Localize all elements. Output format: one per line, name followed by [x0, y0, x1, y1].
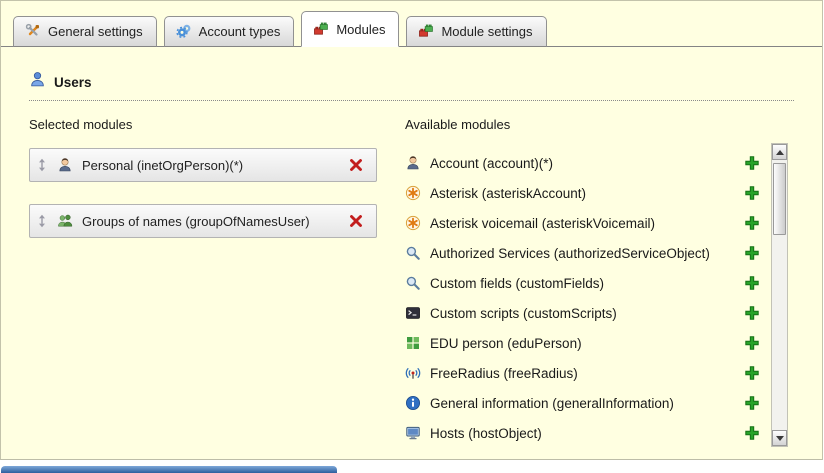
gears-icon — [176, 23, 192, 39]
config-panel: General settings Account types Modules M… — [0, 0, 823, 460]
add-module-button[interactable] — [744, 395, 760, 411]
magnifier-icon — [405, 275, 421, 291]
remove-module-button[interactable] — [348, 213, 364, 229]
asterisk-icon — [405, 185, 421, 201]
group-icon — [57, 213, 73, 229]
available-module-row: FreeRadius (freeRadius) — [405, 358, 760, 388]
grid-icon — [405, 335, 421, 351]
available-module-label: Hosts (hostObject) — [430, 426, 542, 441]
tab-bar: General settings Account types Modules M… — [1, 1, 822, 47]
monitor-icon — [405, 425, 421, 441]
available-module-label: Authorized Services (authorizedServiceOb… — [430, 246, 710, 261]
available-module-row: Custom fields (customFields) — [405, 268, 760, 298]
add-module-button[interactable] — [744, 305, 760, 321]
tab-label: Modules — [336, 22, 385, 37]
selected-module-row[interactable]: Groups of names (groupOfNamesUser) — [29, 204, 377, 238]
selected-modules-column: Selected modules Personal (inetOrgPerson… — [29, 117, 377, 448]
available-module-row: Custom scripts (customScripts) — [405, 298, 760, 328]
section-header-users: Users — [29, 71, 794, 93]
selected-module-label: Groups of names (groupOfNamesUser) — [82, 214, 310, 229]
available-module-label: Custom fields (customFields) — [430, 276, 604, 291]
tab-label: Account types — [199, 24, 281, 39]
asterisk-icon — [405, 215, 421, 231]
add-module-button[interactable] — [744, 155, 760, 171]
available-module-label: FreeRadius (freeRadius) — [430, 366, 578, 381]
available-module-row: General information (generalInformation) — [405, 388, 760, 418]
selected-module-label: Personal (inetOrgPerson)(*) — [82, 158, 243, 173]
available-modules-heading: Available modules — [405, 117, 760, 132]
scroll-down-button[interactable] — [772, 430, 787, 446]
available-module-label: EDU person (eduPerson) — [430, 336, 582, 351]
available-module-row: Asterisk voicemail (asteriskVoicemail) — [405, 208, 760, 238]
add-module-button[interactable] — [744, 185, 760, 201]
available-modules-column: Available modules Account (account)(*) A… — [405, 117, 794, 448]
bottom-blue-bar — [1, 466, 337, 473]
available-module-label: General information (generalInformation) — [430, 396, 674, 411]
available-module-row: Authorized Services (authorizedServiceOb… — [405, 238, 760, 268]
remove-module-button[interactable] — [348, 157, 364, 173]
available-module-label: Account (account)(*) — [430, 156, 553, 171]
available-modules-scrollbar[interactable] — [771, 143, 788, 447]
tab-general-settings[interactable]: General settings — [13, 16, 157, 47]
available-module-label: Asterisk voicemail (asteriskVoicemail) — [430, 216, 655, 231]
add-module-button[interactable] — [744, 245, 760, 261]
available-module-label: Asterisk (asteriskAccount) — [430, 186, 586, 201]
available-module-row: Account (account)(*) — [405, 148, 760, 178]
bricks-icon — [418, 23, 434, 39]
tab-label: Module settings — [441, 24, 532, 39]
add-module-button[interactable] — [744, 215, 760, 231]
tab-module-settings[interactable]: Module settings — [406, 16, 546, 47]
magnifier-icon — [405, 245, 421, 261]
antenna-icon — [405, 365, 421, 381]
tools-icon — [25, 23, 41, 39]
tab-modules[interactable]: Modules — [301, 11, 399, 47]
available-module-row: Hosts (hostObject) — [405, 418, 760, 448]
terminal-icon — [405, 305, 421, 321]
scroll-up-button[interactable] — [772, 144, 787, 160]
section-title: Users — [54, 75, 92, 90]
person-icon — [405, 155, 421, 171]
add-module-button[interactable] — [744, 425, 760, 441]
available-module-row: Asterisk (asteriskAccount) — [405, 178, 760, 208]
bricks-icon — [313, 21, 329, 37]
scrollbar-thumb[interactable] — [773, 163, 786, 235]
available-module-label: Custom scripts (customScripts) — [430, 306, 617, 321]
available-module-row: EDU person (eduPerson) — [405, 328, 760, 358]
user-icon — [29, 71, 46, 93]
sort-handle-icon[interactable] — [36, 214, 48, 228]
section-divider — [29, 100, 794, 101]
modules-content: Users Selected modules Personal (inetOrg… — [1, 47, 822, 448]
sort-handle-icon[interactable] — [36, 158, 48, 172]
add-module-button[interactable] — [744, 335, 760, 351]
info-icon — [405, 395, 421, 411]
add-module-button[interactable] — [744, 275, 760, 291]
selected-modules-heading: Selected modules — [29, 117, 377, 132]
page-footer — [0, 460, 824, 473]
selected-module-row[interactable]: Personal (inetOrgPerson)(*) — [29, 148, 377, 182]
triangle-up-icon — [776, 150, 784, 155]
triangle-down-icon — [776, 436, 784, 441]
person-icon — [57, 157, 73, 173]
tab-label: General settings — [48, 24, 143, 39]
tab-account-types[interactable]: Account types — [164, 16, 295, 47]
add-module-button[interactable] — [744, 365, 760, 381]
